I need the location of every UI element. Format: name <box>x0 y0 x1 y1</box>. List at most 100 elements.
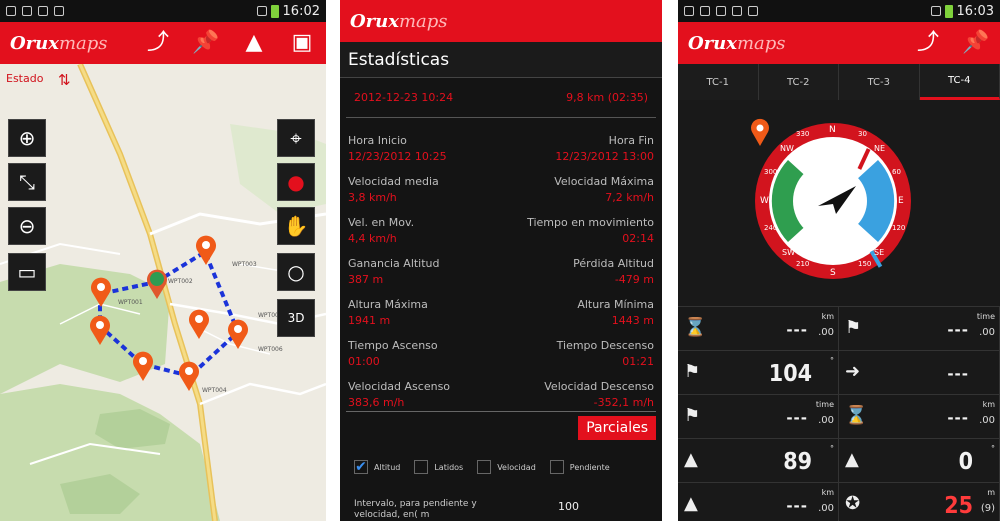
app-logo: Oruxmaps <box>688 32 786 54</box>
waypoint-marker[interactable] <box>176 360 202 392</box>
stats-pair: Tiempo Ascenso Tiempo Descenso 01:00 01:21 <box>348 339 654 368</box>
dashboard-cell[interactable]: ⌛ --- km .00 <box>678 307 839 350</box>
summary-date: 2012-12-23 10:24 <box>354 91 454 104</box>
dashboard-cell[interactable]: ⚑ --- time .00 <box>678 395 839 438</box>
tab-tc-1[interactable]: TC-1 <box>678 64 759 100</box>
map-screen: 16:02 Oruxmaps ⤴ 📌 ▲ ▣ WPT003 WPT001 WPT… <box>0 0 326 521</box>
waypoint-marker[interactable] <box>186 308 212 340</box>
circle-icon[interactable]: ○ <box>277 253 315 291</box>
map-switch-icon[interactable]: ▣ <box>288 32 316 54</box>
waypoint-label: WPT004 <box>202 387 227 394</box>
interval-input[interactable]: 100 <box>558 500 579 513</box>
stats-pair: Altura Máxima Altura Mínima 1941 m 1443 m <box>348 298 654 327</box>
refresh-icon[interactable]: ⇅ <box>58 71 71 89</box>
latidos-checkbox[interactable] <box>414 460 429 474</box>
compass-label: SW <box>782 248 795 257</box>
dashboard-screen: 16:03 Oruxmaps ⤴ 📌 TC-1 TC-2 TC-3 TC-4 N… <box>678 0 1000 521</box>
view-3d-icon[interactable]: 3D <box>277 299 315 337</box>
battery-icon <box>944 4 953 18</box>
stats-pair: Velocidad media Velocidad Máxima 3,8 km/h… <box>348 175 654 204</box>
hourglass-icon: ⌛ <box>684 317 707 338</box>
battery-icon <box>270 4 279 18</box>
ruler-icon[interactable]: ▭ <box>8 253 46 291</box>
record-icon[interactable]: ● <box>277 163 315 201</box>
usb-icon <box>6 6 16 16</box>
zoom-out-icon[interactable]: ⊖ <box>8 207 46 245</box>
checkered-flag-icon: ⚑ <box>845 317 862 338</box>
hourglass-icon: ⌛ <box>845 405 868 426</box>
app-toolbar: Oruxmaps ⤴ 📌 <box>678 22 1000 64</box>
zoom-in-icon[interactable]: ⊕ <box>8 119 46 157</box>
compass-label: S <box>830 268 836 278</box>
status-clock: 16:02 <box>282 3 320 19</box>
road-icon[interactable]: ▲ <box>240 32 268 54</box>
stats-pair: Velocidad Ascenso Velocidad Descenso 383,… <box>348 380 654 409</box>
dashboard-cell[interactable]: ➜ --- <box>839 351 1000 394</box>
tab-tc-4[interactable]: TC-4 <box>919 64 1000 100</box>
altitud-checkbox[interactable]: ✔ <box>354 459 368 475</box>
sync-icon <box>38 6 48 16</box>
signal-icon <box>930 6 941 16</box>
graph-options: ✔ Altitud Latidos Velocidad Pendiente <box>354 459 652 475</box>
status-bar: 16:03 <box>678 0 1000 22</box>
compass-label: N <box>829 125 836 135</box>
fit-screen-icon[interactable]: ⤡ <box>8 163 46 201</box>
hand-icon[interactable]: ✋ <box>277 207 315 245</box>
pin-icon[interactable]: 📌 <box>192 32 220 54</box>
waypoint-label: WPT001 <box>118 299 143 306</box>
parciales-button[interactable]: Parciales <box>578 416 656 440</box>
pin-icon[interactable]: 📌 <box>962 32 990 54</box>
compass-tick-label: 300 <box>764 168 778 176</box>
waypoint-marker[interactable] <box>225 318 251 350</box>
altitude-icon: ▲ <box>684 449 698 470</box>
waypoint-marker[interactable] <box>130 350 156 382</box>
compass-tick-label: 240 <box>764 224 778 232</box>
divider <box>346 411 656 412</box>
stats-screen: Oruxmaps Estadísticas 2012-12-23 10:24 9… <box>340 0 662 521</box>
altitude-icon: ▲ <box>684 493 698 514</box>
waypoint-label: WPT003 <box>232 261 257 268</box>
dashboard-cell[interactable]: ▲ 89 ° <box>678 439 839 482</box>
velocidad-checkbox[interactable] <box>477 460 492 474</box>
locate-icon[interactable]: ⌖ <box>277 119 315 157</box>
battery-status-icon <box>716 6 726 16</box>
compass-tick-label: 30 <box>858 130 867 138</box>
compass-dial <box>751 118 911 279</box>
route-icon[interactable]: ⤴ <box>914 32 942 54</box>
dashboard-cell[interactable]: ⚑ 104 ° <box>678 351 839 394</box>
usb-icon <box>684 6 694 16</box>
waypoint-label: WPT006 <box>258 346 283 353</box>
dashboard-cell[interactable]: ▲ --- km .00 <box>678 483 839 521</box>
status-clock: 16:03 <box>956 3 994 19</box>
tab-tc-3[interactable]: TC-3 <box>839 64 920 100</box>
route-icon[interactable]: ⤴ <box>144 32 172 54</box>
pendiente-checkbox[interactable] <box>549 460 564 474</box>
dashboard-cell[interactable]: ▲ 0 ° <box>839 439 1000 482</box>
checkered-flag-icon: ⚑ <box>684 361 701 382</box>
compass-label: E <box>898 196 904 206</box>
battery-status-icon <box>22 6 32 16</box>
waypoint-marker[interactable] <box>87 314 113 346</box>
media-icon <box>748 6 758 16</box>
checkbox-label: Velocidad <box>497 462 536 472</box>
checkbox-label: Latidos <box>434 462 464 472</box>
waypoint-label: WPT002 <box>168 278 193 285</box>
app-logo: Oruxmaps <box>10 32 108 54</box>
gps-icon <box>700 6 710 16</box>
estado-label[interactable]: Estado <box>6 72 43 85</box>
altitude-icon: ▲ <box>845 449 859 470</box>
dashboard-cell[interactable]: ⌛ --- km .00 <box>839 395 1000 438</box>
waypoint-marker[interactable] <box>88 276 114 308</box>
arrow-right-icon: ➜ <box>845 361 861 382</box>
checkbox-label: Pendiente <box>569 462 610 472</box>
compass-tick-label: 210 <box>796 260 810 268</box>
summary-distance: 9,8 km (02:35) <box>566 91 648 104</box>
stats-grid: Hora Inicio Hora Fin 12/23/2012 10:25 12/2… <box>340 118 662 415</box>
tab-tc-2[interactable]: TC-2 <box>759 64 839 100</box>
compass-tick-label: 150 <box>858 260 872 268</box>
dashboard-cell[interactable]: ⚑ --- time .00 <box>839 307 1000 350</box>
waypoint-start-marker[interactable] <box>144 268 170 300</box>
waypoint-marker[interactable] <box>193 234 219 266</box>
dashboard-cell[interactable]: ✪ 25 m (9) <box>839 483 1000 521</box>
compass-label: NW <box>780 144 794 153</box>
